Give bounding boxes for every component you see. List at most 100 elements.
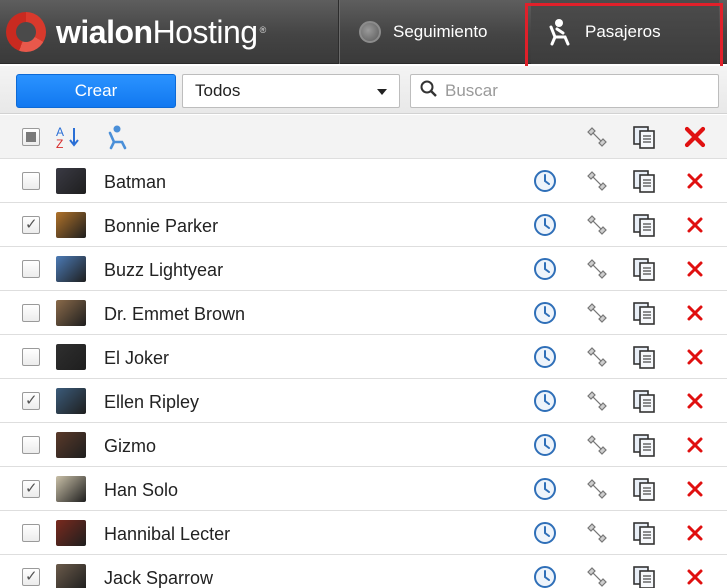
wrench-icon[interactable] bbox=[583, 520, 609, 546]
list-item[interactable]: Ellen Ripley bbox=[0, 379, 727, 423]
passenger-avatar bbox=[56, 212, 86, 238]
wrench-icon[interactable] bbox=[583, 388, 609, 414]
wrench-icon[interactable] bbox=[583, 256, 609, 282]
copy-icon[interactable] bbox=[631, 432, 657, 458]
passenger-avatar bbox=[56, 520, 86, 546]
search-icon bbox=[419, 79, 439, 104]
list-header: AZ bbox=[0, 115, 727, 159]
delete-icon[interactable] bbox=[682, 520, 708, 546]
delete-icon[interactable] bbox=[682, 432, 708, 458]
filter-select-value: Todos bbox=[195, 81, 241, 100]
filter-select[interactable]: Todos bbox=[182, 74, 400, 108]
delete-icon[interactable] bbox=[682, 124, 708, 150]
passenger-avatar bbox=[56, 432, 86, 458]
wrench-icon[interactable] bbox=[583, 212, 609, 238]
wrench-icon[interactable] bbox=[583, 432, 609, 458]
delete-icon[interactable] bbox=[682, 388, 708, 414]
search-input[interactable] bbox=[445, 81, 705, 101]
list-item[interactable]: Gizmo bbox=[0, 423, 727, 467]
passenger-icon bbox=[543, 17, 573, 47]
list-item[interactable]: Bonnie Parker bbox=[0, 203, 727, 247]
row-checkbox[interactable] bbox=[22, 391, 40, 410]
wrench-icon[interactable] bbox=[583, 168, 609, 194]
passenger-icon[interactable] bbox=[104, 124, 130, 150]
app-header: wialonHosting ® Seguimiento Pasajeros bbox=[0, 0, 727, 64]
row-checkbox[interactable] bbox=[22, 172, 40, 190]
row-checkbox[interactable] bbox=[22, 348, 40, 366]
passenger-name: Batman bbox=[104, 172, 167, 192]
chevron-down-icon bbox=[377, 89, 387, 95]
copy-icon[interactable] bbox=[631, 388, 657, 414]
sort-az-icon[interactable]: AZ bbox=[55, 124, 81, 151]
list-item[interactable]: Buzz Lightyear bbox=[0, 247, 727, 291]
row-checkbox[interactable] bbox=[22, 436, 40, 454]
list-item[interactable]: El Joker bbox=[0, 335, 727, 379]
header-divider bbox=[338, 0, 339, 64]
search-box[interactable] bbox=[410, 74, 719, 108]
wrench-icon[interactable] bbox=[583, 476, 609, 502]
wialon-logo: wialonHosting ® bbox=[6, 10, 266, 54]
clock-icon[interactable] bbox=[532, 388, 558, 414]
globe-icon bbox=[359, 21, 381, 43]
clock-icon[interactable] bbox=[532, 256, 558, 282]
wrench-icon[interactable] bbox=[583, 564, 609, 588]
passenger-rows: Batman Bonnie Parker Buzz Ligh bbox=[0, 159, 727, 588]
delete-icon[interactable] bbox=[682, 256, 708, 282]
copy-icon[interactable] bbox=[631, 168, 657, 194]
copy-icon[interactable] bbox=[631, 520, 657, 546]
wrench-icon[interactable] bbox=[583, 300, 609, 326]
list-item[interactable]: Jack Sparrow bbox=[0, 555, 727, 588]
list-item[interactable]: Batman bbox=[0, 159, 727, 203]
row-checkbox[interactable] bbox=[22, 479, 40, 498]
delete-icon[interactable] bbox=[682, 212, 708, 238]
passenger-avatar bbox=[56, 168, 86, 194]
toolbar: Crear Todos bbox=[0, 66, 727, 114]
clock-icon[interactable] bbox=[532, 300, 558, 326]
copy-icon[interactable] bbox=[631, 256, 657, 282]
passenger-name: Hannibal Lecter bbox=[104, 524, 231, 544]
clock-icon[interactable] bbox=[532, 520, 558, 546]
list-item[interactable]: Han Solo bbox=[0, 467, 727, 511]
delete-icon[interactable] bbox=[682, 564, 708, 588]
passenger-avatar bbox=[56, 300, 86, 326]
passenger-avatar bbox=[56, 256, 86, 282]
wialon-logo-mark-icon bbox=[6, 12, 46, 52]
passenger-list: AZ Batman Bonnie Park bbox=[0, 115, 727, 588]
create-button[interactable]: Crear bbox=[16, 74, 176, 108]
copy-icon[interactable] bbox=[631, 300, 657, 326]
tab-pasajeros[interactable]: Pasajeros bbox=[531, 0, 719, 64]
copy-icon[interactable] bbox=[631, 124, 657, 150]
row-checkbox[interactable] bbox=[22, 567, 40, 586]
row-checkbox[interactable] bbox=[22, 304, 40, 322]
brand-name: wialonHosting ® bbox=[56, 13, 266, 50]
wrench-icon[interactable] bbox=[583, 124, 609, 150]
list-item[interactable]: Hannibal Lecter bbox=[0, 511, 727, 555]
copy-icon[interactable] bbox=[631, 212, 657, 238]
delete-icon[interactable] bbox=[682, 476, 708, 502]
tab-pasajeros-label: Pasajeros bbox=[585, 22, 661, 41]
passenger-name: Ellen Ripley bbox=[104, 392, 200, 412]
copy-icon[interactable] bbox=[631, 476, 657, 502]
copy-icon[interactable] bbox=[631, 344, 657, 370]
wrench-icon[interactable] bbox=[583, 344, 609, 370]
passenger-avatar bbox=[56, 564, 86, 588]
copy-icon[interactable] bbox=[631, 564, 657, 588]
row-checkbox[interactable] bbox=[22, 215, 40, 234]
row-checkbox[interactable] bbox=[22, 524, 40, 542]
tab-seguimiento-label: Seguimiento bbox=[393, 22, 488, 41]
row-checkbox[interactable] bbox=[22, 260, 40, 278]
passenger-name: El Joker bbox=[104, 348, 170, 368]
tab-seguimiento[interactable]: Seguimiento bbox=[351, 0, 531, 64]
clock-icon[interactable] bbox=[532, 432, 558, 458]
delete-icon[interactable] bbox=[682, 300, 708, 326]
clock-icon[interactable] bbox=[532, 212, 558, 238]
select-all-checkbox[interactable] bbox=[22, 128, 40, 146]
passenger-name: Bonnie Parker bbox=[104, 216, 219, 236]
clock-icon[interactable] bbox=[532, 476, 558, 502]
clock-icon[interactable] bbox=[532, 344, 558, 370]
list-item[interactable]: Dr. Emmet Brown bbox=[0, 291, 727, 335]
clock-icon[interactable] bbox=[532, 564, 558, 588]
clock-icon[interactable] bbox=[532, 168, 558, 194]
delete-icon[interactable] bbox=[682, 344, 708, 370]
delete-icon[interactable] bbox=[682, 168, 708, 194]
